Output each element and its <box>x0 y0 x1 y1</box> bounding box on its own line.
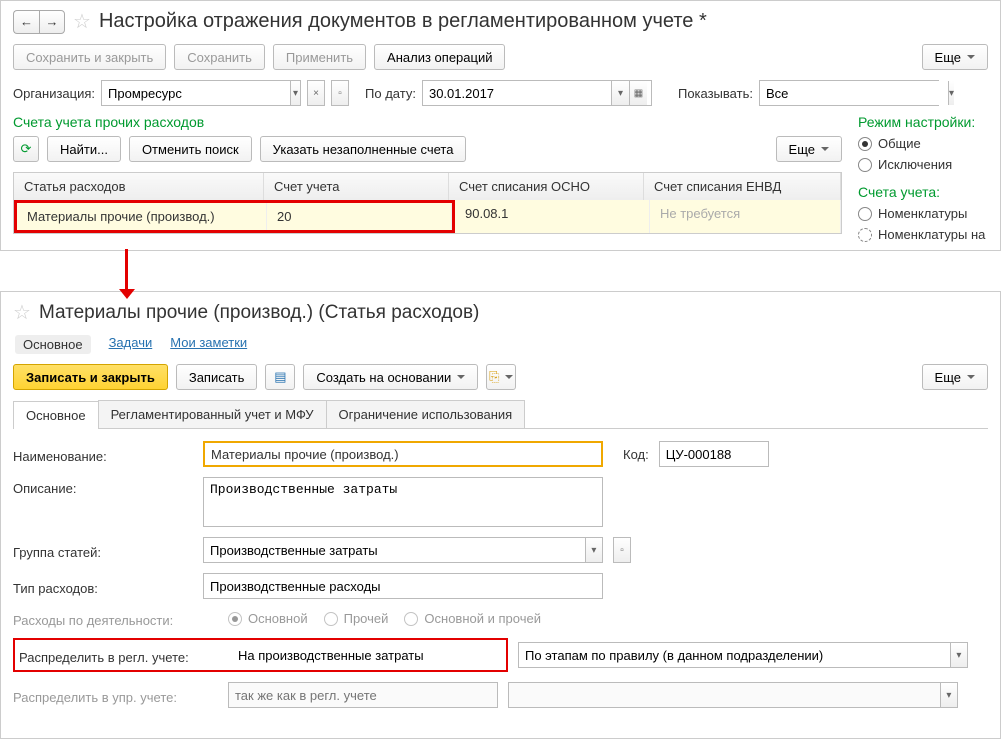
accounts-title: Счета учета: <box>858 184 988 200</box>
name-label: Наименование: <box>13 445 193 464</box>
th-item[interactable]: Статья расходов <box>14 173 264 200</box>
type-input[interactable] <box>203 573 603 599</box>
radio-nomen[interactable]: Номенклатуры <box>858 206 988 221</box>
star-icon[interactable]: ☆ <box>13 300 31 325</box>
radio-exceptions[interactable]: Исключения <box>858 157 988 172</box>
tab-restrict[interactable]: Ограничение использования <box>326 400 526 428</box>
show-label: Показывать: <box>678 86 753 101</box>
chevron-down-icon[interactable]: ▾ <box>290 81 300 105</box>
report-icon-button[interactable]: ▤ <box>265 364 295 390</box>
org-label: Организация: <box>13 86 95 101</box>
write-button[interactable]: Записать <box>176 364 258 390</box>
radio-activity-other: Прочей <box>324 611 389 626</box>
write-close-button[interactable]: Записать и закрыть <box>13 364 168 390</box>
dist-rule-combo[interactable]: ▾ <box>518 642 968 668</box>
td-osno: 90.08.1 <box>455 200 650 233</box>
save-button[interactable]: Сохранить <box>174 44 265 70</box>
table-more-button[interactable]: Еще <box>776 136 842 162</box>
detail-title: Материалы прочие (производ.) (Статья рас… <box>39 302 479 324</box>
code-input[interactable] <box>659 441 769 467</box>
name-input[interactable]: Материалы прочие (производ.) <box>205 443 405 466</box>
td-envd: Не требуется <box>650 200 841 233</box>
cancel-find-button[interactable]: Отменить поиск <box>129 136 252 162</box>
tab-regl[interactable]: Регламентированный учет и МФУ <box>98 400 327 428</box>
dist-regl-input[interactable] <box>232 642 502 668</box>
analyze-button[interactable]: Анализ операций <box>374 44 505 70</box>
link-main[interactable]: Основное <box>15 335 91 354</box>
group-input[interactable] <box>204 538 585 562</box>
date-combo[interactable]: ▾ ▦ <box>422 80 652 106</box>
link-notes[interactable]: Мои заметки <box>170 335 247 354</box>
desc-label: Описание: <box>13 477 193 496</box>
apply-button[interactable]: Применить <box>273 44 366 70</box>
save-close-button[interactable]: Сохранить и закрыть <box>13 44 166 70</box>
page-title: Настройка отражения документов в регламе… <box>99 10 707 33</box>
attach-button[interactable] <box>486 364 516 390</box>
dist-upr-input <box>228 682 498 708</box>
create-based-button[interactable]: Создать на основании <box>303 364 478 390</box>
show-input[interactable] <box>760 81 948 105</box>
chevron-down-icon[interactable]: ▾ <box>948 81 954 105</box>
activity-label: Расходы по деятельности: <box>13 609 218 628</box>
chevron-down-icon[interactable]: ▾ <box>585 538 602 562</box>
th-account[interactable]: Счет учета <box>264 173 449 200</box>
nav-back-button[interactable]: ← <box>13 10 39 34</box>
name-field-wrap: Материалы прочие (производ.) <box>203 441 603 467</box>
date-label: По дату: <box>365 86 416 101</box>
dist-upr-combo: ▾ <box>508 682 958 708</box>
dist-upr-label: Распределить в упр. учете: <box>13 686 218 705</box>
dist-rule-input[interactable] <box>519 643 950 667</box>
code-label: Код: <box>623 447 649 462</box>
link-tasks[interactable]: Задачи <box>109 335 153 354</box>
find-button[interactable]: Найти... <box>47 136 121 162</box>
refresh-button[interactable]: ⟳ <box>13 136 39 162</box>
date-input[interactable] <box>423 81 611 105</box>
desc-textarea[interactable] <box>203 477 603 527</box>
radio-activity-both: Основной и прочей <box>404 611 541 626</box>
show-combo[interactable]: ▾ <box>759 80 939 106</box>
td-account: 20 <box>267 203 452 230</box>
table-row[interactable]: Материалы прочие (производ.) 20 90.08.1 … <box>14 200 841 233</box>
chevron-down-icon[interactable]: ▾ <box>950 643 967 667</box>
radio-nomen-on[interactable]: Номенклатуры на <box>858 227 988 242</box>
detail-more-button[interactable]: Еще <box>922 364 988 390</box>
tab-main[interactable]: Основное <box>13 401 99 429</box>
group-combo[interactable]: ▾ <box>203 537 603 563</box>
calendar-icon[interactable]: ▦ <box>629 81 647 105</box>
org-input[interactable] <box>102 81 290 105</box>
mode-title: Режим настройки: <box>858 114 988 130</box>
clear-button[interactable]: × <box>307 80 325 106</box>
chevron-down-icon: ▾ <box>940 683 957 707</box>
th-envd[interactable]: Счет списания ЕНВД <box>644 173 841 200</box>
more-button[interactable]: Еще <box>922 44 988 70</box>
th-osno[interactable]: Счет списания ОСНО <box>449 173 644 200</box>
org-combo[interactable]: ▾ <box>101 80 301 106</box>
td-item: Материалы прочие (производ.) <box>17 203 267 230</box>
expenses-table: Статья расходов Счет учета Счет списания… <box>13 172 842 234</box>
folder-icon <box>489 369 499 385</box>
arrow-annotation <box>0 251 1001 281</box>
chevron-down-icon[interactable]: ▾ <box>611 81 629 105</box>
specify-button[interactable]: Указать незаполненные счета <box>260 136 467 162</box>
open-group-button[interactable]: ▫ <box>613 537 631 563</box>
dist-upr-rule-input <box>509 683 940 707</box>
radio-activity-main: Основной <box>228 611 308 626</box>
nav-forward-button[interactable]: → <box>39 10 65 34</box>
radio-general[interactable]: Общие <box>858 136 988 151</box>
dist-regl-label: Распределить в регл. учете: <box>19 646 224 665</box>
star-icon[interactable]: ☆ <box>73 9 91 34</box>
section-title: Счета учета прочих расходов <box>13 114 842 130</box>
type-label: Тип расходов: <box>13 577 193 596</box>
open-button[interactable]: ▫ <box>331 80 349 106</box>
group-label: Группа статей: <box>13 541 193 560</box>
